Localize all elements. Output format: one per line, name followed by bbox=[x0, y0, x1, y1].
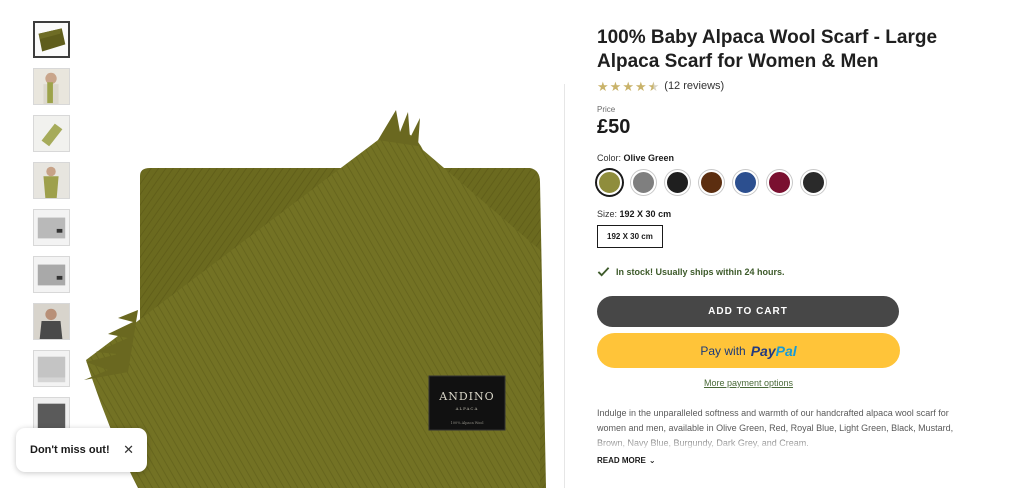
svg-text:ALPACA: ALPACA bbox=[455, 406, 479, 411]
size-value: 192 X 30 cm bbox=[619, 209, 672, 219]
more-payment-options-link[interactable]: More payment options bbox=[597, 378, 900, 388]
dont-miss-out-popup[interactable]: Don't miss out! ✕ bbox=[16, 428, 147, 472]
color-swatches bbox=[597, 170, 997, 195]
review-count[interactable]: (12 reviews) bbox=[664, 80, 724, 92]
stock-status: In stock! Usually ships within 24 hours. bbox=[597, 265, 997, 278]
color-value: Olive Green bbox=[623, 153, 675, 163]
paypal-prefix: Pay with bbox=[700, 343, 746, 358]
swatch-royal-blue[interactable] bbox=[733, 170, 758, 195]
popup-text: Don't miss out! bbox=[30, 444, 110, 456]
column-divider bbox=[564, 84, 565, 488]
add-to-cart-button[interactable]: ADD TO CART bbox=[597, 296, 899, 327]
product-info: 100% Baby Alpaca Wool Scarf - Large Alpa… bbox=[597, 26, 997, 465]
product-title: 100% Baby Alpaca Wool Scarf - Large Alpa… bbox=[597, 27, 938, 72]
half-star-icon: ★ bbox=[647, 78, 660, 94]
read-more-button[interactable]: READ MORE ⌄ bbox=[597, 456, 997, 465]
paypal-button[interactable]: Pay with PayPal bbox=[597, 333, 900, 368]
swatch-burgundy[interactable] bbox=[767, 170, 792, 195]
swatch-dark-grey[interactable] bbox=[801, 170, 826, 195]
thumbnail-list bbox=[33, 21, 70, 444]
color-selector: Color: Olive Green bbox=[597, 153, 997, 163]
thumbnail-scarf-flat[interactable] bbox=[33, 115, 70, 152]
paypal-logo: PayPal bbox=[750, 342, 797, 359]
star-icon: ★ bbox=[622, 78, 634, 94]
swatch-black[interactable] bbox=[665, 170, 690, 195]
svg-text:100% Alpaca Wool: 100% Alpaca Wool bbox=[451, 421, 485, 425]
thumbnail-model-dark[interactable] bbox=[33, 303, 70, 340]
thumbnail-olive-folded[interactable] bbox=[33, 21, 70, 58]
star-icon: ★ bbox=[634, 78, 647, 94]
swatch-brown[interactable] bbox=[699, 170, 724, 195]
rating-row[interactable]: ★ ★ ★ ★ ★ (12 reviews) bbox=[597, 79, 997, 93]
read-more-label: READ MORE bbox=[597, 456, 646, 465]
star-icon: ★ bbox=[609, 78, 622, 94]
thumbnail-grey-fringe[interactable] bbox=[33, 350, 70, 387]
size-selector: Size: 192 X 30 cm bbox=[597, 209, 997, 219]
product-description: Indulge in the unparalleled softness and… bbox=[597, 406, 977, 451]
svg-text:ANDINO: ANDINO bbox=[438, 390, 494, 403]
price-label: Price bbox=[597, 105, 616, 114]
close-icon[interactable]: ✕ bbox=[123, 442, 134, 458]
thumbnail-grey-scarf-1[interactable] bbox=[33, 209, 70, 246]
size-label: Size: bbox=[597, 209, 618, 219]
star-rating: ★ ★ ★ ★ ★ bbox=[597, 80, 659, 93]
star-icon: ★ bbox=[597, 78, 609, 94]
thumbnail-grey-scarf-2[interactable] bbox=[33, 256, 70, 293]
thumbnail-model-wearing[interactable] bbox=[33, 68, 70, 105]
stock-text: In stock! Usually ships within 24 hours. bbox=[616, 266, 785, 277]
color-label: Color: bbox=[597, 153, 622, 163]
swatch-grey[interactable] bbox=[631, 170, 656, 195]
chevron-down-icon: ⌄ bbox=[648, 456, 656, 465]
swatch-olive-green[interactable] bbox=[597, 170, 622, 195]
check-icon bbox=[597, 267, 610, 277]
size-option-button[interactable]: 192 X 30 cm bbox=[597, 225, 663, 248]
thumbnail-model-neck[interactable] bbox=[33, 162, 70, 199]
description-fade bbox=[597, 437, 977, 451]
price: £50 bbox=[597, 116, 631, 138]
main-product-image: ANDINO ALPACA 100% Alpaca Wool bbox=[78, 0, 564, 488]
